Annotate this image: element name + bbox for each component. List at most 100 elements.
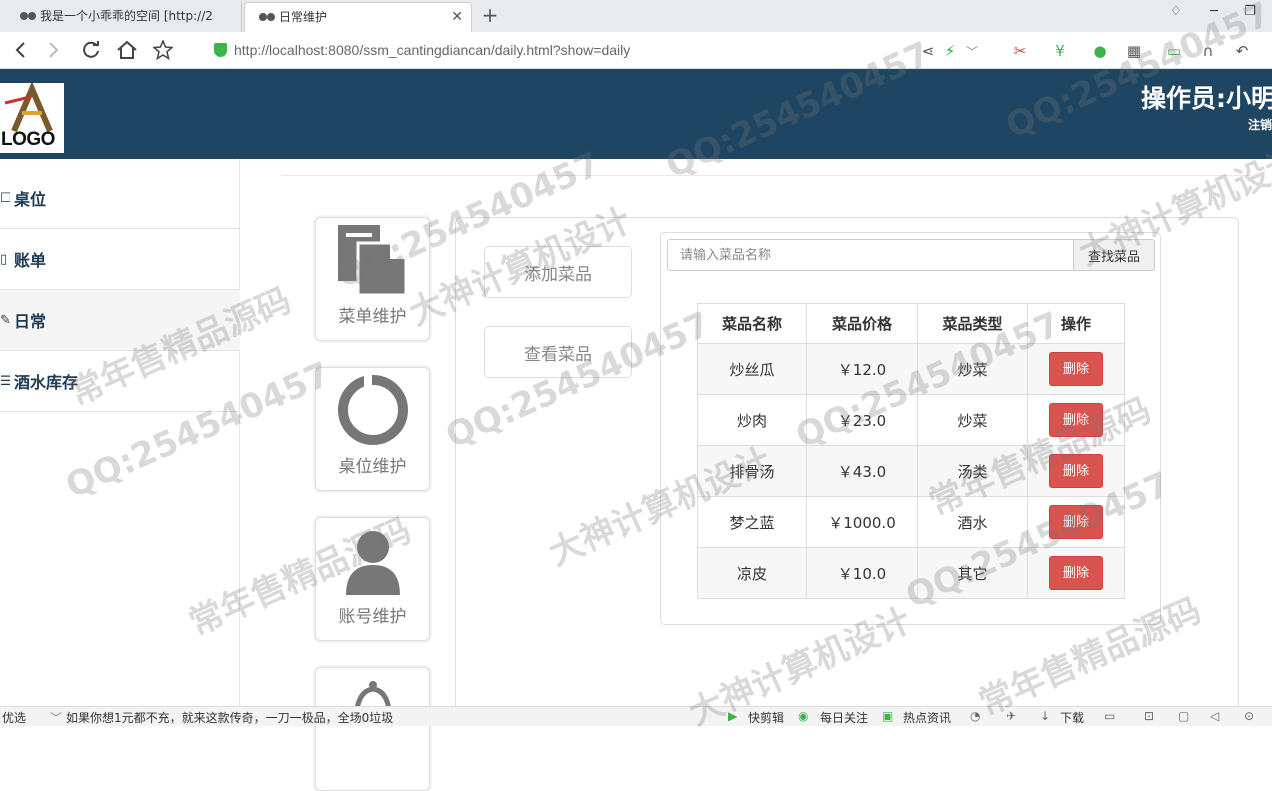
money-icon[interactable]: ¥ — [1050, 41, 1070, 61]
status-item[interactable]: 下载 — [1060, 709, 1084, 726]
table-row: 炒肉 ￥23.0 炒菜 删除 — [697, 394, 1125, 446]
main-content: 菜单维护 桌位维护 账号维护 添加菜品 查看菜品 查找菜品 — [241, 159, 1272, 791]
column-header: 菜品名称 — [697, 303, 807, 344]
reload-icon[interactable] — [78, 37, 104, 63]
battery-icon[interactable]: ▭ — [1164, 41, 1184, 61]
restore-icon[interactable]: ❐ — [1238, 4, 1262, 19]
undo-icon[interactable]: ↶ — [1232, 41, 1252, 61]
star-icon[interactable] — [150, 37, 176, 63]
news-icon: ▣ — [882, 709, 894, 723]
table-row: 炒丝瓜 ￥12.0 炒菜 删除 — [697, 343, 1125, 395]
sidebar-item-daily[interactable]: ✎ 日常 — [0, 290, 240, 351]
close-tab-icon[interactable]: ✕ — [451, 3, 463, 31]
pin-icon[interactable]: ✈ — [1006, 709, 1016, 723]
circle-play-icon: ◉ — [798, 709, 809, 723]
table-row: 排骨汤 ￥43.0 汤类 删除 — [697, 445, 1125, 497]
list-icon: ☰ — [0, 373, 10, 389]
home-icon[interactable] — [114, 37, 140, 63]
lightning-icon[interactable]: ⚡ — [940, 41, 960, 61]
dish-name: 炒肉 — [697, 394, 807, 446]
screenshot-icon[interactable]: ⊡ — [1144, 709, 1154, 723]
apps-icon[interactable]: ▦ — [1124, 41, 1144, 61]
dish-price: ￥10.0 — [806, 547, 918, 599]
module-menu-maintenance[interactable]: 菜单维护 — [315, 217, 430, 341]
download-icon: ↓ — [1040, 709, 1051, 723]
sidebar-item-label: 桌位 — [14, 190, 47, 209]
delete-button[interactable]: 删除 — [1049, 556, 1103, 590]
action-cell: 删除 — [1027, 445, 1125, 497]
tab-title: 我是一个小乖乖的空间 [http://2 — [40, 9, 213, 23]
delete-button[interactable]: 删除 — [1049, 454, 1103, 488]
volume-icon[interactable]: ◁ — [1210, 709, 1219, 723]
book-icon: ▯ — [0, 251, 8, 267]
status-news-link[interactable]: 如果你想1元都不充，就来这款传奇，一刀一极品，全场0垃圾 — [66, 709, 393, 726]
chevron-down-icon[interactable]: ﹀ — [962, 41, 982, 61]
sidebar-item-bills[interactable]: ▯ 账单 — [0, 229, 240, 290]
address-bar[interactable]: http://localhost:8080/ssm_cantingdiancan… — [208, 38, 898, 62]
new-tab-icon[interactable]: + — [478, 3, 502, 27]
dish-table: 菜品名称 菜品价格 菜品类型 操作 炒丝瓜 ￥12.0 炒菜 删除 炒肉 ￥23… — [697, 303, 1125, 599]
dish-name: 凉皮 — [697, 547, 807, 599]
divider — [281, 175, 1249, 176]
scissors-icon[interactable]: ✂ — [1010, 41, 1030, 61]
browser-tab-strip: 我是一个小乖乖的空间 [http://2 日常维护 ✕ + ♢ ─ ❐ — [0, 0, 1272, 32]
sidebar-item-drinks-stock[interactable]: ☰ 酒水库存 — [0, 351, 240, 412]
sidebar-item-tables[interactable]: ☐ 桌位 — [0, 168, 240, 229]
delete-button[interactable]: 删除 — [1049, 352, 1103, 386]
add-dish-button[interactable]: 添加菜品 — [484, 246, 632, 298]
chevron-down-icon[interactable]: ﹀ — [50, 709, 62, 726]
dish-type: 其它 — [917, 547, 1028, 599]
module-label: 菜单维护 — [338, 307, 407, 327]
browser-tab[interactable]: 我是一个小乖乖的空间 [http://2 — [6, 2, 242, 32]
column-header: 操作 — [1027, 303, 1125, 344]
mask-icon — [20, 12, 36, 20]
file-icon — [338, 225, 408, 297]
action-cell: 删除 — [1027, 394, 1125, 446]
delete-button[interactable]: 删除 — [1049, 403, 1103, 437]
status-item[interactable]: 每日关注 — [820, 709, 868, 726]
module-table-maintenance[interactable]: 桌位维护 — [315, 367, 430, 491]
sidebar-item-label: 账单 — [14, 251, 47, 270]
module-account-maintenance[interactable]: 账号维护 — [315, 517, 430, 641]
shield-status-icon[interactable]: ● — [1090, 41, 1110, 61]
module-label: 桌位维护 — [338, 457, 407, 477]
dish-price: ￥1000.0 — [806, 496, 918, 548]
window-icon[interactable]: ▭ — [1104, 709, 1115, 723]
shirt-icon[interactable]: ♢ — [1164, 4, 1188, 19]
dish-type: 炒菜 — [917, 343, 1028, 395]
sidebar-item-label: 酒水库存 — [14, 373, 79, 392]
app-header: LOGO 操作员:小明 注销 — [0, 69, 1272, 159]
zoom-icon[interactable]: ⊙ — [1244, 709, 1254, 723]
headphones-icon[interactable]: ∩ — [1198, 41, 1218, 61]
dish-type: 酒水 — [917, 496, 1028, 548]
dish-list-box: 查找菜品 菜品名称 菜品价格 菜品类型 操作 炒丝瓜 ￥12.0 炒菜 — [660, 232, 1161, 625]
table-header-row: 菜品名称 菜品价格 菜品类型 操作 — [697, 303, 1125, 344]
back-icon[interactable] — [8, 37, 34, 63]
search-dish-button[interactable]: 查找菜品 — [1073, 239, 1155, 271]
delete-button[interactable]: 删除 — [1049, 505, 1103, 539]
minimize-icon[interactable]: ─ — [1202, 4, 1226, 19]
forward-icon[interactable] — [40, 37, 66, 63]
dish-search-input[interactable] — [667, 239, 1074, 271]
square-icon: ☐ — [0, 190, 10, 206]
logo[interactable]: LOGO — [0, 81, 64, 153]
action-cell: 删除 — [1027, 496, 1125, 548]
url-path: :8080/ssm_cantingdiancan/daily.html?show… — [324, 42, 631, 58]
layout-icon[interactable]: ▢ — [1178, 709, 1189, 723]
dish-price: ￥43.0 — [806, 445, 918, 497]
speed-icon[interactable]: ◔ — [970, 709, 980, 723]
table-row: 梦之蓝 ￥1000.0 酒水 删除 — [697, 496, 1125, 548]
url-host: http://localhost — [234, 42, 325, 58]
dish-panel: 添加菜品 查看菜品 查找菜品 菜品名称 菜品价格 菜品类型 操作 炒丝瓜 — [455, 217, 1239, 717]
logout-link[interactable]: 注销 — [1248, 116, 1272, 133]
operator-name: 操作员:小明 — [1141, 84, 1272, 113]
browser-tab-active[interactable]: 日常维护 ✕ — [244, 2, 472, 32]
module-notification[interactable] — [315, 667, 430, 791]
sidebar-item-label: 日常 — [14, 312, 47, 331]
browser-status-bar: 优选 ﹀ 如果你想1元都不充，就来这款传奇，一刀一极品，全场0垃圾 ▶ 快剪辑 … — [0, 706, 1272, 726]
module-label: 账号维护 — [338, 607, 407, 627]
status-item[interactable]: 快剪辑 — [748, 709, 784, 726]
status-item[interactable]: 热点资讯 — [903, 709, 951, 726]
share-icon[interactable]: ⋖ — [918, 41, 938, 61]
view-dishes-button[interactable]: 查看菜品 — [484, 326, 632, 378]
